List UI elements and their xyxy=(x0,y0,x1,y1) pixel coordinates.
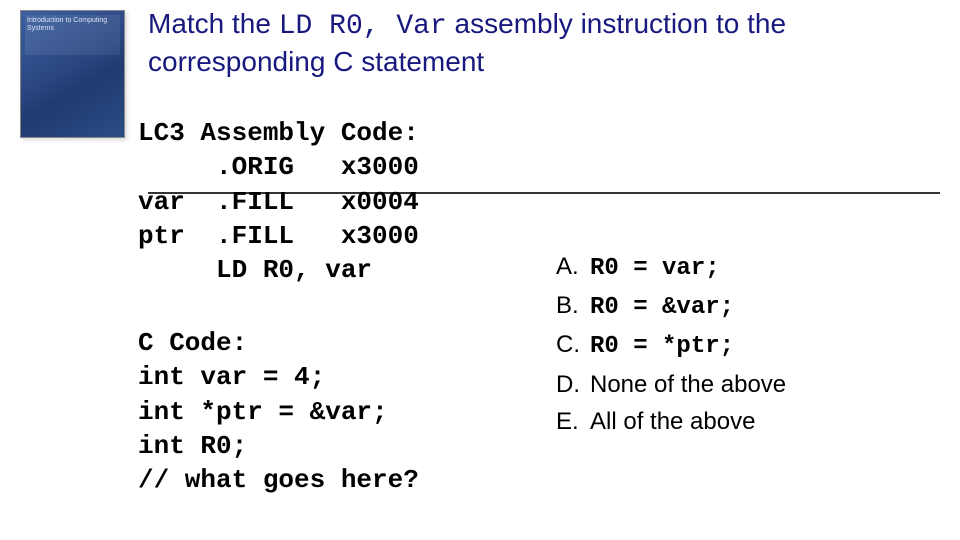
assembly-code-block: LC3 Assembly Code: .ORIG x3000 var .FILL… xyxy=(138,116,419,288)
answer-b: B. R0 = &var; xyxy=(556,287,786,326)
c-line-2: int var = 4; xyxy=(138,362,325,392)
c-line-1: C Code: xyxy=(138,328,247,358)
answer-d: D. None of the above xyxy=(556,366,786,403)
book-cover-caption: Introduction to Computing Systems xyxy=(27,17,118,34)
answer-text: None of the above xyxy=(590,366,786,403)
answer-letter: A. xyxy=(556,248,590,285)
asm-line-4: ptr .FILL x3000 xyxy=(138,221,419,251)
answer-letter: C. xyxy=(556,326,590,363)
c-code-block: C Code: int var = 4; int *ptr = &var; in… xyxy=(138,326,419,498)
answer-text: All of the above xyxy=(590,403,755,440)
answer-choices: A. R0 = var; B. R0 = &var; C. R0 = *ptr;… xyxy=(556,248,786,440)
asm-line-1: LC3 Assembly Code: xyxy=(138,118,419,148)
c-line-4: int R0; xyxy=(138,431,247,461)
answer-text: R0 = *ptr; xyxy=(590,328,734,365)
title-prefix: Match the xyxy=(148,8,279,39)
c-line-5: // what goes here? xyxy=(138,465,419,495)
answer-e: E. All of the above xyxy=(556,403,786,440)
answer-letter: E. xyxy=(556,403,590,440)
answer-c: C. R0 = *ptr; xyxy=(556,326,786,365)
answer-text: R0 = var; xyxy=(590,250,720,287)
asm-line-3: var .FILL x0004 xyxy=(138,187,419,217)
book-cover-thumbnail: Introduction to Computing Systems xyxy=(20,10,125,138)
answer-letter: B. xyxy=(556,287,590,324)
answer-text: R0 = &var; xyxy=(590,289,734,326)
answer-a: A. R0 = var; xyxy=(556,248,786,287)
answer-letter: D. xyxy=(556,366,590,403)
c-line-3: int *ptr = &var; xyxy=(138,397,388,427)
title-code: LD R0, Var xyxy=(279,11,447,42)
slide-title: Match the LD R0, Var assembly instructio… xyxy=(148,6,940,79)
asm-line-5: LD R0, var xyxy=(138,255,372,285)
asm-line-2: .ORIG x3000 xyxy=(138,152,419,182)
